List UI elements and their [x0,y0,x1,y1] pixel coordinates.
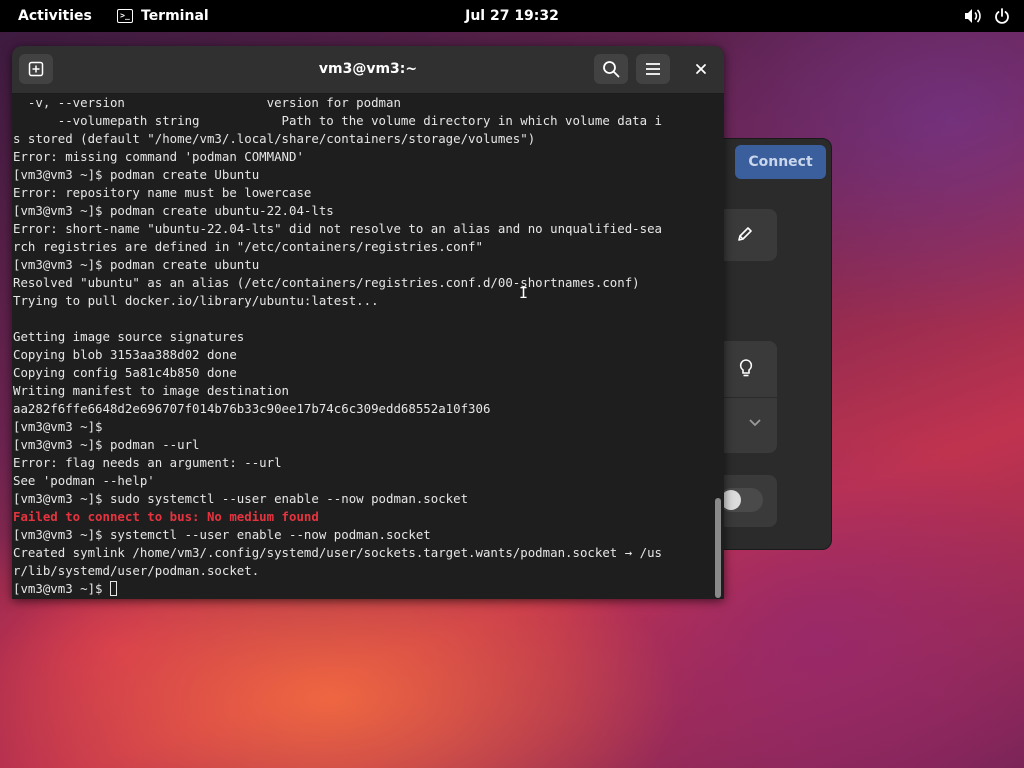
chevron-down-icon[interactable] [749,419,761,427]
terminal-line: [vm3@vm3 ~]$ podman --url [13,437,200,452]
connect-button[interactable]: Connect [735,145,826,179]
terminal-output[interactable]: -v, --version version for podman --volum… [13,94,713,599]
terminal-line: [vm3@vm3 ~]$ podman create ubuntu [13,257,260,272]
activities-button[interactable]: Activities [18,0,92,32]
terminal-line: Created symlink /home/vm3/.config/system… [13,545,663,560]
terminal-line: aa282f6ffe6648d2e696707f014b76b33c90ee17… [13,401,491,416]
terminal-line: r/lib/systemd/user/podman.socket. [13,563,260,578]
toggle-knob [721,490,741,510]
close-icon [696,64,706,74]
system-menu-button[interactable] [964,0,1010,32]
terminal-line: Error: repository name must be lowercase [13,185,312,200]
terminal-line: s stored (default "/home/vm3/.local/shar… [13,131,536,146]
terminal-prompt-line[interactable]: [vm3@vm3 ~]$ [13,580,713,598]
main-menu-button[interactable] [636,54,670,84]
terminal-error-line: Failed to connect to bus: No medium foun… [13,509,319,524]
pencil-icon [738,227,752,241]
top-bar: Activities >_ Terminal Jul 27 19:32 [0,0,1024,32]
search-icon [603,61,620,78]
terminal-prompt: [vm3@vm3 ~]$ [13,581,110,596]
close-button[interactable] [684,54,718,84]
terminal-line: [vm3@vm3 ~]$ [13,419,103,434]
toggle-switch-icon[interactable] [719,488,763,512]
text-cursor-icon: I [519,284,529,302]
speaker-icon [964,8,982,24]
terminal-line: rch registries are defined in "/etc/cont… [13,239,483,254]
terminal-line: Trying to pull docker.io/library/ubuntu:… [13,293,379,308]
terminal-line: Error: missing command 'podman COMMAND' [13,149,304,164]
app-menu-button[interactable]: >_ Terminal [117,0,209,32]
hamburger-menu-icon [646,63,660,75]
terminal-line: Copying config 5a81c4b850 done [13,365,237,380]
terminal-cursor [109,581,117,596]
search-button[interactable] [594,54,628,84]
terminal-line: See 'podman --help' [13,473,155,488]
new-tab-button[interactable] [19,54,53,84]
terminal-line: Writing manifest to image destination [13,383,290,398]
terminal-line: [vm3@vm3 ~]$ podman create ubuntu-22.04-… [13,203,334,218]
terminal-window: vm3@vm3:~ -v, --version version for podm… [12,46,724,599]
new-tab-icon [28,61,44,77]
terminal-line: Error: short-name "ubuntu-22.04-lts" did… [13,221,663,236]
terminal-line: Getting image source signatures [13,329,245,344]
terminal-headerbar[interactable]: vm3@vm3:~ [12,46,724,94]
clock-button[interactable]: Jul 27 19:32 [465,8,559,24]
terminal-line: [vm3@vm3 ~]$ podman create Ubuntu [13,167,260,182]
terminal-line: -v, --version version for podman [13,95,401,110]
lightbulb-icon[interactable] [739,359,753,377]
terminal-line: [vm3@vm3 ~]$ sudo systemctl --user enabl… [13,491,469,506]
terminal-line: [vm3@vm3 ~]$ systemctl --user enable --n… [13,527,431,542]
terminal-line: --volumepath string Path to the volume d… [13,113,663,128]
terminal-app-icon: >_ [117,9,133,23]
terminal-scrollbar[interactable] [715,498,721,598]
terminal-line: Error: flag needs an argument: --url [13,455,282,470]
app-menu-label: Terminal [141,8,209,24]
power-icon [994,8,1010,24]
terminal-line: Resolved "ubuntu" as an alias (/etc/cont… [13,275,640,290]
terminal-line: Copying blob 3153aa388d02 done [13,347,237,362]
